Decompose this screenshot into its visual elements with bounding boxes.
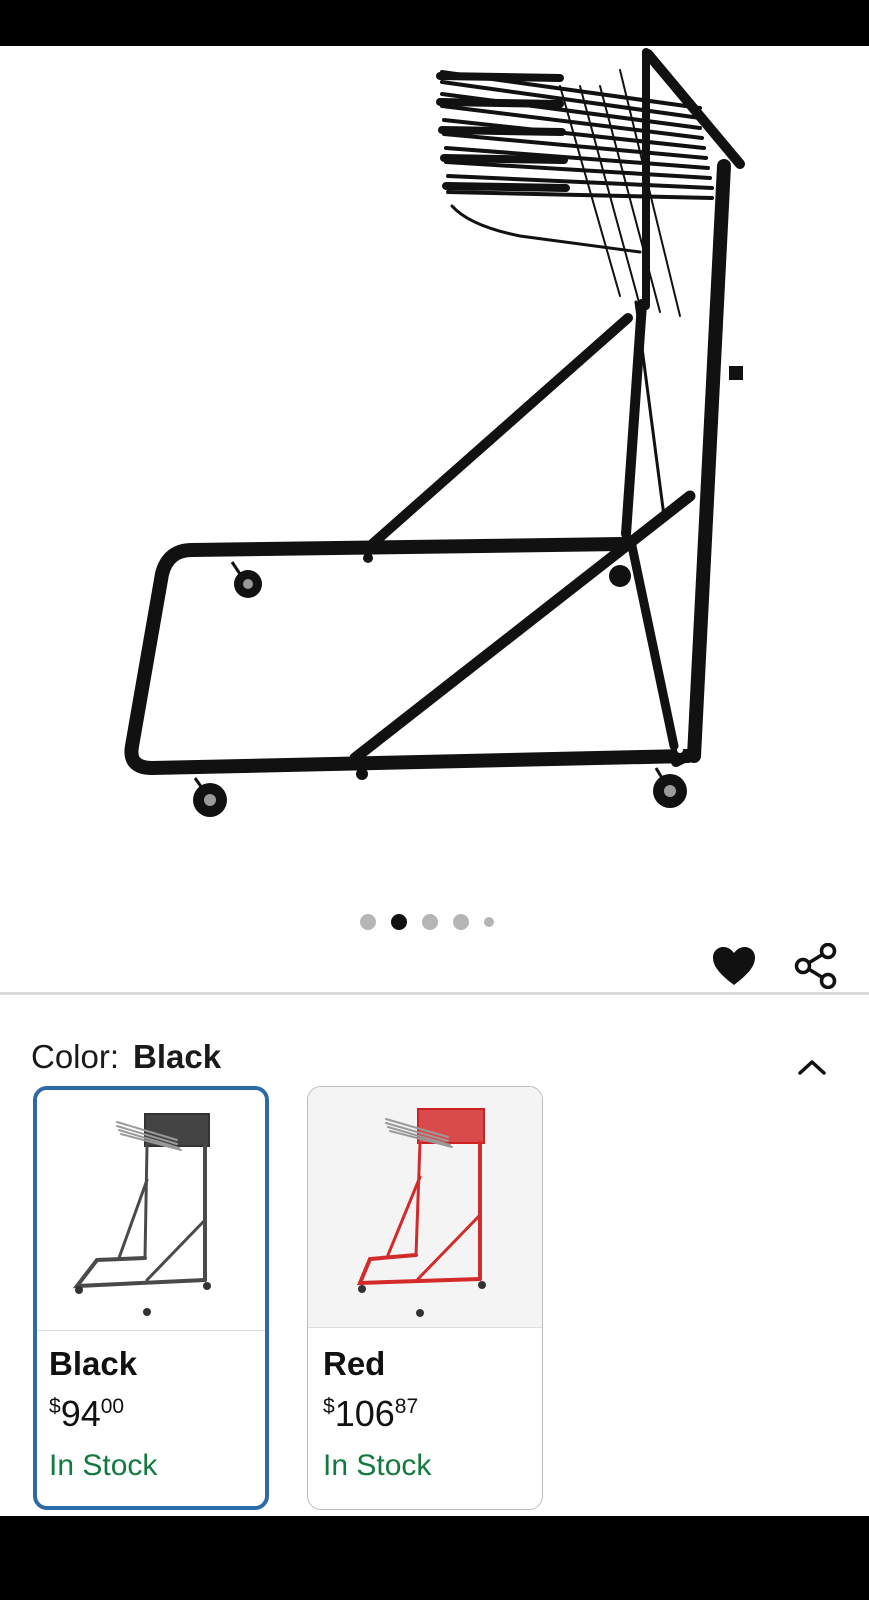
price-whole: 94 <box>60 1393 101 1434</box>
carousel-dot[interactable] <box>484 917 494 927</box>
image-carousel-dots <box>360 912 494 932</box>
variant-card-black[interactable]: Black $9400 In Stock <box>33 1086 269 1510</box>
price-currency: $ <box>49 1395 61 1418</box>
price-whole: 106 <box>334 1393 395 1434</box>
stock-status: In Stock <box>323 1449 432 1482</box>
variant-price: $9400 <box>49 1393 124 1435</box>
favorite-button[interactable] <box>708 940 760 992</box>
heart-icon <box>713 947 755 985</box>
price-currency: $ <box>323 1395 335 1418</box>
color-selector-header: Color: Black <box>31 1038 221 1076</box>
carousel-dot[interactable] <box>360 914 376 930</box>
carousel-dot[interactable] <box>422 914 438 930</box>
variant-thumbnail <box>308 1087 542 1328</box>
chevron-up-icon <box>798 1060 826 1075</box>
rack-thumbnail-red <box>356 1108 486 1317</box>
share-icon <box>794 943 837 989</box>
rack-illustration <box>124 48 745 817</box>
carousel-dot-active[interactable] <box>391 914 407 930</box>
share-button[interactable] <box>790 940 842 992</box>
product-image[interactable] <box>0 46 869 866</box>
product-page: Color: Black Black $9400 In Stock Red $1… <box>0 46 869 1516</box>
selected-color-value: Black <box>133 1038 222 1075</box>
collapse-color-button[interactable] <box>792 1052 832 1082</box>
stock-status: In Stock <box>49 1449 158 1482</box>
rack-thumbnail-black <box>72 1113 211 1316</box>
section-divider <box>0 992 869 995</box>
variant-thumbnail <box>37 1090 265 1331</box>
price-cents: 87 <box>394 1395 419 1418</box>
screen: Color: Black Black $9400 In Stock Red $1… <box>0 0 869 1600</box>
variant-name: Black <box>49 1345 138 1382</box>
carousel-dot[interactable] <box>453 914 469 930</box>
variant-card-red[interactable]: Red $10687 In Stock <box>307 1086 543 1510</box>
color-label: Color: <box>31 1038 120 1075</box>
price-cents: 00 <box>100 1395 125 1418</box>
variant-name: Red <box>323 1345 386 1382</box>
variant-price: $10687 <box>323 1393 418 1435</box>
